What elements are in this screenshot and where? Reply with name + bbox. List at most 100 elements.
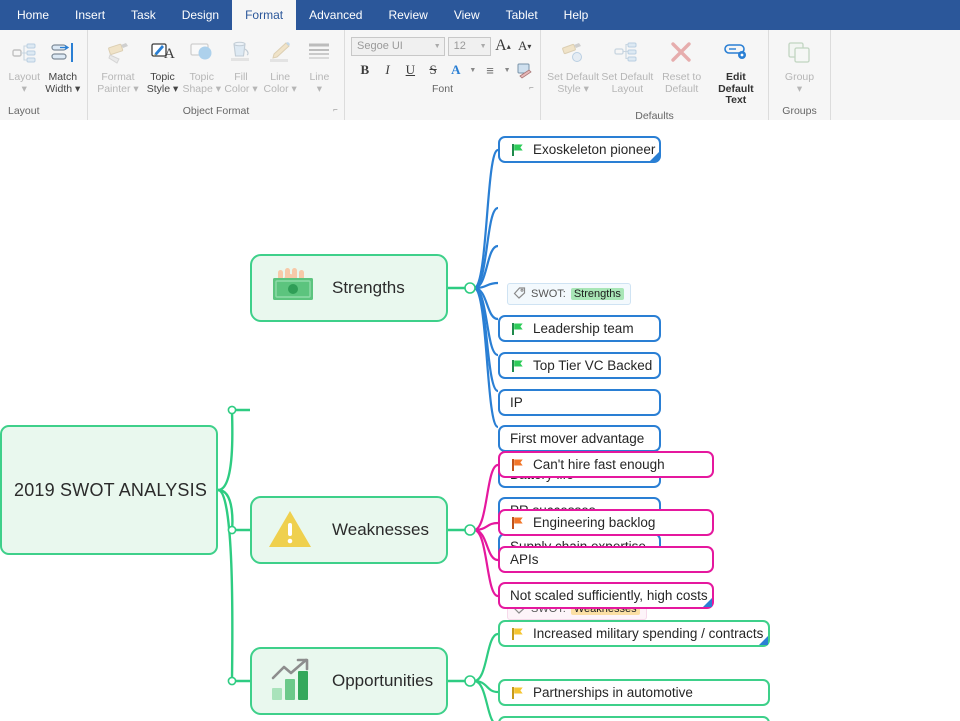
ribbon-group-defaults: Set Default Style ▾ Set Default Layout	[541, 30, 769, 120]
shrink-font-button[interactable]: A▾	[515, 36, 534, 56]
layout-icon	[11, 37, 37, 71]
font-size-combo[interactable]: 12 ▼	[448, 37, 491, 56]
topic-label: Not scaled sufficiently, high costs	[510, 588, 708, 603]
font-dialog-launcher[interactable]: ⌐	[527, 83, 536, 92]
ribbon-group-label-groups: Groups	[769, 102, 830, 120]
topic-opportunities-third[interactable]	[498, 716, 770, 721]
tab-design[interactable]: Design	[169, 0, 232, 30]
topic-leadership-team[interactable]: Leadership team	[498, 315, 661, 342]
tab-help[interactable]: Help	[551, 0, 602, 30]
set-default-style-button-label: Set Default Style ▾	[547, 72, 599, 95]
edit-default-text-icon	[722, 37, 750, 71]
svg-text:A: A	[164, 46, 175, 62]
set-default-style-icon	[559, 37, 587, 71]
edit-default-text-button[interactable]: Edit Default Text	[709, 34, 763, 107]
layout-button[interactable]: Layout ▾	[5, 34, 44, 95]
match-width-button[interactable]: Match Width ▾	[44, 34, 83, 95]
clear-formatting-button[interactable]	[514, 60, 534, 80]
set-default-style-button[interactable]: Set Default Style ▾	[546, 34, 600, 95]
ribbon-group-layout: Layout ▾ Match Width ▾ Layout	[0, 30, 88, 120]
topic-exoskeleton-pioneer[interactable]: Exoskeleton pioneer	[498, 136, 661, 163]
root-topic[interactable]: 2019 SWOT ANALYSIS	[0, 425, 218, 555]
green-flag-icon	[510, 321, 525, 336]
set-default-layout-button[interactable]: Set Default Layout	[600, 34, 654, 95]
format-painter-button[interactable]: Format Painter ▾	[93, 34, 143, 95]
tab-insert[interactable]: Insert	[62, 0, 118, 30]
topic-first-mover-advantage[interactable]: First mover advantage	[498, 425, 661, 452]
topic-fold-marker	[759, 636, 768, 645]
topic-not-scaled-sufficiently[interactable]: Not scaled sufficiently, high costs	[498, 582, 714, 609]
tab-tablet[interactable]: Tablet	[493, 0, 551, 30]
strikethrough-button[interactable]: S	[423, 60, 443, 80]
green-flag-icon	[510, 142, 525, 157]
topic-partnerships-in-automotive[interactable]: Partnerships in automotive	[498, 679, 770, 706]
line-color-icon	[266, 37, 294, 71]
line-style-button[interactable]: Line ▾	[300, 34, 339, 95]
money-in-hand-icon	[262, 260, 322, 316]
topic-top-tier-vc-backed[interactable]: Top Tier VC Backed	[498, 352, 661, 379]
topic-ip[interactable]: IP	[498, 389, 661, 416]
topic-label: Leadership team	[533, 321, 634, 336]
bold-button[interactable]: B	[355, 60, 375, 80]
reset-to-default-button[interactable]: Reset to Default	[655, 34, 709, 95]
branch-topic-strengths[interactable]: Strengths	[250, 254, 448, 322]
topic-apis[interactable]: APIs	[498, 546, 714, 573]
branch-topic-weaknesses[interactable]: Weaknesses	[250, 496, 448, 564]
object-format-dialog-launcher[interactable]: ⌐	[331, 105, 340, 114]
ribbon-filler	[831, 30, 960, 120]
font-color-button[interactable]: A	[446, 60, 466, 80]
tab-advanced[interactable]: Advanced	[296, 0, 375, 30]
topic-increased-military-spending[interactable]: Increased military spending / contracts	[498, 620, 770, 647]
yellow-flag-icon	[510, 626, 525, 641]
topic-label: First mover advantage	[510, 431, 644, 446]
tab-review[interactable]: Review	[375, 0, 440, 30]
topic-engineering-backlog[interactable]: Engineering backlog	[498, 509, 714, 536]
format-painter-icon	[104, 37, 132, 71]
topic-label: Engineering backlog	[533, 515, 655, 530]
topic-label: Increased military spending / contracts	[533, 626, 763, 641]
grow-font-button[interactable]: A▴	[494, 36, 513, 56]
edit-default-text-button-label: Edit Default Text	[709, 72, 763, 107]
tab-view[interactable]: View	[441, 0, 493, 30]
tag-swot-strengths[interactable]: SWOT: Strengths	[507, 283, 631, 305]
line-style-button-label: Line ▾	[309, 72, 329, 95]
set-default-layout-icon	[613, 37, 641, 71]
branch-topic-opportunities[interactable]: Opportunities	[250, 647, 448, 715]
root-topic-label: 2019 SWOT ANALYSIS	[14, 480, 207, 501]
growth-chart-icon	[262, 653, 322, 709]
tab-home[interactable]: Home	[4, 0, 62, 30]
font-row-top: Segoe UI ▼ 12 ▼ A▴ A▾	[351, 36, 534, 56]
reset-to-default-button-label: Reset to Default	[662, 72, 701, 95]
underline-button[interactable]: U	[400, 60, 420, 80]
ribbon-group-label-object-format: Object Format ⌐	[88, 102, 344, 120]
set-default-layout-button-label: Set Default Layout	[601, 72, 653, 95]
group-button[interactable]: Group ▾	[778, 34, 822, 95]
grow-font-label: A	[495, 37, 507, 55]
tab-format[interactable]: Format	[232, 0, 296, 30]
green-flag-icon	[510, 358, 525, 373]
topic-label: Partnerships in automotive	[533, 685, 693, 700]
highlight-chevron-down-icon[interactable]: ▼	[503, 67, 511, 74]
tag-value: Strengths	[571, 288, 624, 300]
format-painter-button-label: Format Painter ▾	[97, 72, 138, 95]
topic-shape-icon	[188, 37, 216, 71]
layout-button-label: Layout ▾	[8, 72, 40, 95]
mindmap-canvas[interactable]: 2019 SWOT ANALYSIS Strengths	[0, 120, 960, 721]
warning-triangle-icon	[262, 502, 322, 558]
line-style-icon	[305, 37, 333, 71]
ribbon-group-groups: Group ▾ Groups	[769, 30, 831, 120]
topic-shape-button[interactable]: Topic Shape ▾	[182, 34, 221, 95]
line-color-button[interactable]: Line Color ▾	[261, 34, 300, 95]
italic-button[interactable]: I	[378, 60, 398, 80]
topic-cant-hire-fast-enough[interactable]: Can't hire fast enough	[498, 451, 714, 478]
highlight-button[interactable]: ≡	[480, 60, 500, 80]
branch-topic-label-weaknesses: Weaknesses	[332, 520, 429, 540]
fill-color-button[interactable]: Fill Color ▾	[221, 34, 260, 95]
tab-task[interactable]: Task	[118, 0, 169, 30]
font-family-combo[interactable]: Segoe UI ▼	[351, 37, 445, 56]
font-color-chevron-down-icon[interactable]: ▼	[469, 67, 477, 74]
topic-fold-marker	[650, 152, 659, 161]
topic-style-button[interactable]: A Topic Style ▾	[143, 34, 182, 95]
line-color-button-label: Line Color ▾	[264, 72, 297, 95]
ribbon-group-object-format: Format Painter ▾ A Topic Style ▾	[88, 30, 345, 120]
